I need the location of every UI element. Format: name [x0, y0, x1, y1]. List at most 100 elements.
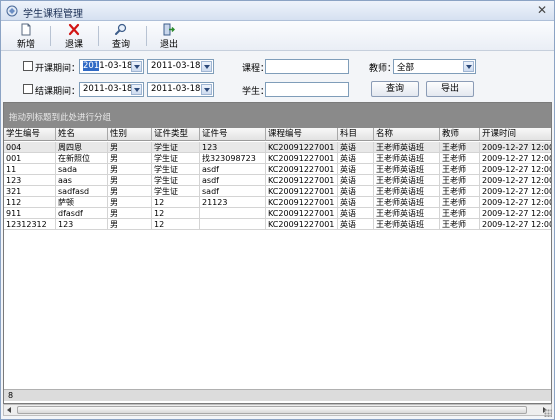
- table-cell: 周四恩: [56, 142, 108, 153]
- exit-label: 退出: [159, 40, 178, 50]
- table-row[interactable]: 911 dfasdf 男 12 KC20091227001 英语 王老师英语班 王老师 2009…: [4, 208, 551, 219]
- teacher-select[interactable]: 全部: [393, 59, 476, 74]
- table-cell: 2009-12-27 12:00:2: [480, 142, 551, 153]
- student-course-grid: 拖动列标题到此处进行分组 学生编号 姓名 性别 证件类型 证件号 课程编号 科目 名称 教师 开课…: [3, 102, 552, 404]
- query-toolbar-button[interactable]: 查询: [108, 23, 134, 50]
- table-cell: 学生证: [152, 164, 200, 175]
- table-cell: KC20091227001: [266, 208, 338, 219]
- drop-label: 退课: [64, 40, 83, 50]
- export-button[interactable]: 导出: [426, 81, 474, 97]
- column-header[interactable]: 姓名: [56, 128, 108, 141]
- column-header[interactable]: 学生编号: [4, 128, 56, 141]
- table-row[interactable]: 321 sadfasd 男学生证 sadf KC20091227001 英语 王老师英语班王…: [4, 186, 551, 197]
- table-row[interactable]: 004 周四恩男学生证 123 KC20091227001 英语 王老师英语班 王老师 200…: [4, 142, 551, 153]
- table-row[interactable]: 11 sada 男学生证 asdf KC20091227001 英语 王老师英语班 王老师 20…: [4, 164, 551, 175]
- chevron-down-icon[interactable]: [201, 84, 212, 95]
- table-cell: 123: [4, 175, 56, 186]
- table-cell: KC20091227001: [266, 186, 338, 197]
- exit-button[interactable]: 退出: [156, 23, 182, 50]
- column-header[interactable]: 性别: [108, 128, 152, 141]
- table-cell: sada: [56, 164, 108, 175]
- end-to-date-picker[interactable]: 2011-03-18: [147, 82, 214, 97]
- column-header[interactable]: 科目: [338, 128, 374, 141]
- chevron-down-icon[interactable]: [463, 61, 474, 72]
- table-cell: 学生证: [152, 153, 200, 164]
- table-cell: 王老师英语班: [374, 164, 440, 175]
- table-cell: [200, 208, 266, 219]
- chevron-down-icon[interactable]: [131, 84, 142, 95]
- table-cell: 萨顿: [56, 197, 108, 208]
- table-cell: 12312312: [4, 219, 56, 230]
- table-cell: 123: [200, 142, 266, 153]
- column-header[interactable]: 课程编号: [266, 128, 338, 141]
- table-cell: 在新照位: [56, 153, 108, 164]
- column-header[interactable]: 证件类型: [152, 128, 200, 141]
- column-header[interactable]: 教师: [440, 128, 480, 141]
- table-cell: 英语: [338, 142, 374, 153]
- query-button[interactable]: 查询: [371, 81, 419, 97]
- table-row[interactable]: 123 aas 男学生证 asdf KC20091227001 英语 王老师英语班 王老师 20…: [4, 175, 551, 186]
- group-by-panel[interactable]: 拖动列标题到此处进行分组: [4, 103, 551, 128]
- app-icon: [6, 5, 18, 17]
- table-cell: KC20091227001: [266, 197, 338, 208]
- table-cell: 2009-12-27 12:00:2: [480, 208, 551, 219]
- table-cell: 英语: [338, 186, 374, 197]
- table-cell: 王老师: [440, 197, 480, 208]
- column-header[interactable]: 开课时间: [480, 128, 551, 141]
- column-header[interactable]: 证件号: [200, 128, 266, 141]
- table-cell: asdf: [200, 175, 266, 186]
- table-cell: 男: [108, 142, 152, 153]
- table-cell: 王老师: [440, 186, 480, 197]
- table-cell: 英语: [338, 164, 374, 175]
- table-cell: 2009-12-27 12:00:2: [480, 219, 551, 230]
- table-cell: 学生证: [152, 175, 200, 186]
- start-period-checkbox[interactable]: [23, 61, 33, 71]
- table-cell: 王老师英语班: [374, 142, 440, 153]
- record-count: 8: [8, 391, 14, 400]
- table-row[interactable]: 001 在新照位男学生证 找323098723 KC20091227001 英语 王老师英…: [4, 153, 551, 164]
- close-icon[interactable]: ✕: [536, 4, 548, 17]
- table-cell: 王老师: [440, 175, 480, 186]
- table-row[interactable]: 12312312 123 男 12 KC20091227001 英语 王老师英语班 王老师 20…: [4, 219, 551, 230]
- table-cell: 王老师: [440, 208, 480, 219]
- start-from-date-picker[interactable]: 2011-03-18: [79, 59, 144, 74]
- resize-grip-icon[interactable]: [544, 409, 552, 417]
- table-cell: 王老师英语班: [374, 153, 440, 164]
- delete-x-icon: [68, 23, 80, 36]
- course-input[interactable]: [265, 59, 349, 74]
- table-cell: 2009-12-27 12:00:2: [480, 164, 551, 175]
- end-from-date-picker[interactable]: 2011-03-18: [79, 82, 144, 97]
- table-cell: 找323098723: [200, 153, 266, 164]
- chevron-down-icon[interactable]: [201, 61, 212, 72]
- student-input[interactable]: [265, 82, 349, 97]
- filter-panel: 开课期间： 2011-03-18 2011-03-18 课程： 教师： 全部 结…: [1, 52, 554, 102]
- teacher-label: 教师：: [369, 64, 397, 74]
- table-cell: 王老师英语班: [374, 197, 440, 208]
- table-row[interactable]: 112 萨顿男 12 21123 KC20091227001 英语 王老师英语班 王老师 200…: [4, 197, 551, 208]
- start-period-label: 开课期间：: [35, 64, 81, 74]
- table-cell: 王老师: [440, 142, 480, 153]
- scroll-thumb[interactable]: [17, 406, 527, 414]
- chevron-down-icon[interactable]: [131, 61, 142, 72]
- toolbar-separator: [146, 26, 147, 46]
- new-document-icon: [21, 23, 31, 36]
- column-header[interactable]: 名称: [374, 128, 440, 141]
- table-cell: 男: [108, 197, 152, 208]
- end-period-checkbox[interactable]: [23, 84, 33, 94]
- table-cell: 王老师: [440, 219, 480, 230]
- drop-course-button[interactable]: 退课: [61, 23, 87, 50]
- table-cell: sadf: [200, 186, 266, 197]
- horizontal-scrollbar[interactable]: [3, 404, 552, 416]
- scroll-left-icon[interactable]: [4, 405, 16, 415]
- table-cell: 21123: [200, 197, 266, 208]
- start-to-date-picker[interactable]: 2011-03-18: [147, 59, 214, 74]
- table-cell: 001: [4, 153, 56, 164]
- table-cell: 男: [108, 153, 152, 164]
- table-cell: 英语: [338, 208, 374, 219]
- add-button[interactable]: 新增: [13, 23, 39, 50]
- record-count-bar: 8: [4, 389, 551, 401]
- table-cell: KC20091227001: [266, 153, 338, 164]
- table-cell: 911: [4, 208, 56, 219]
- title-bar[interactable]: 学生课程管理 ✕: [1, 1, 554, 21]
- magnifier-icon: [115, 23, 127, 35]
